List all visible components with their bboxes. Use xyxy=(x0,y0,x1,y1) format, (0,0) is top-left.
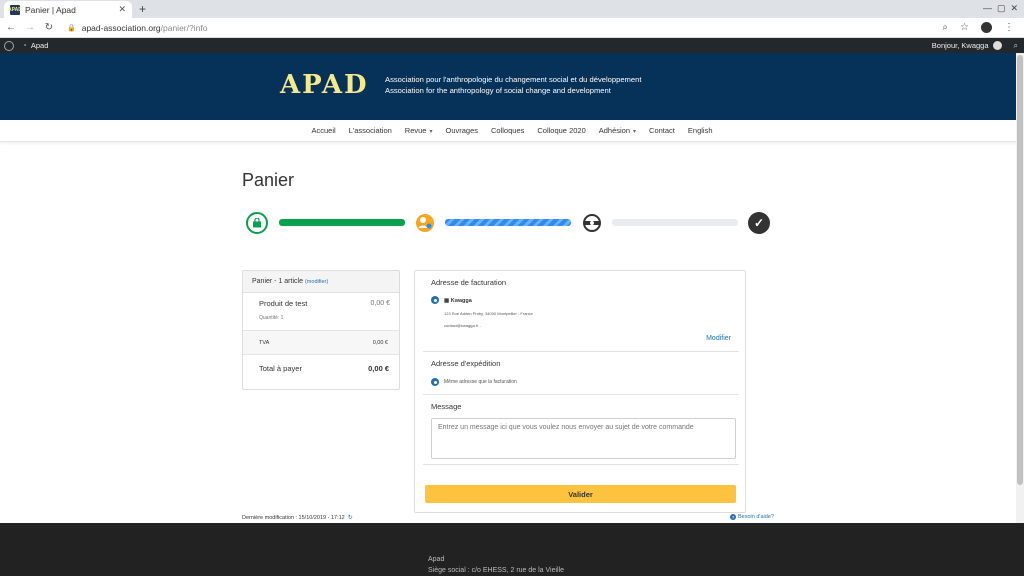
last-modified-text: Dernière modification : 15/10/2019 - 17:… xyxy=(242,514,345,521)
nav-item-revue-label: Revue xyxy=(404,126,427,135)
url-field[interactable]: 🔒 apad-association.org/panier/?info xyxy=(67,23,207,33)
item-price: 0,00 € xyxy=(370,300,390,307)
nav-item-ouvrages[interactable]: Ouvrages xyxy=(445,126,478,135)
billing-title: Adresse de facturation xyxy=(431,278,507,287)
shipping-same-label[interactable]: Même adresse que la facturation xyxy=(444,379,517,385)
page-title: Panier xyxy=(242,170,295,190)
total-label: Total à payer xyxy=(259,364,302,373)
cart-item: Produit de test 0,00 € Quantité: 1 xyxy=(243,293,399,331)
search-icon[interactable]: ⌕ xyxy=(1014,41,1018,51)
cart-header: Panier - 1 article (modifier) xyxy=(243,271,399,293)
forward-icon[interactable]: → xyxy=(22,22,38,33)
billing-email: contact@kwagga.fr - xyxy=(444,323,481,328)
validate-button[interactable]: Valider xyxy=(425,485,736,503)
help-icon: ? xyxy=(730,514,736,520)
nav-item-revue[interactable]: Revue ▾ xyxy=(405,126,433,135)
tva-row: TVA 0,00 € xyxy=(243,331,399,355)
last-modified: Dernière modification : 15/10/2019 - 17:… xyxy=(242,514,353,522)
window-controls[interactable]: — ▢ ✕ xyxy=(983,3,1018,14)
address-bar: ← → ↻ 🔒 apad-association.org/panier/?inf… xyxy=(0,18,1024,38)
site-header: APAD Association pour l'anthropologie du… xyxy=(0,53,1024,120)
nav-item-colloque-2020[interactable]: Colloque 2020 xyxy=(537,126,585,135)
check-circle-icon: ✓ xyxy=(748,212,770,234)
payment-icon xyxy=(581,212,603,234)
refresh-icon[interactable]: ↻ xyxy=(348,514,353,521)
message-textarea[interactable] xyxy=(431,418,736,459)
site-logo[interactable]: APAD xyxy=(280,70,369,100)
favicon-icon: APAD xyxy=(8,4,22,15)
billing-name-text: Kwagga xyxy=(450,298,472,304)
menu-dots-icon[interactable]: ⋮ xyxy=(1004,22,1014,33)
billing-address: 123 Rue Adrien Proby, 34000 Montpellier … xyxy=(444,311,533,316)
wordpress-icon[interactable] xyxy=(4,40,14,51)
wp-greeting: Bonjour, Kwagga xyxy=(931,41,989,50)
item-name: Produit de test xyxy=(259,299,308,308)
cart-count: Panier - 1 article xyxy=(252,278,303,285)
site-tagline: Association pour l'anthropologie du chan… xyxy=(385,75,641,96)
billing-modify-link[interactable]: Modifier xyxy=(706,335,731,342)
tab-title: Panier | Apad xyxy=(25,4,76,15)
tagline-en: Association for the anthropology of soci… xyxy=(385,85,611,95)
item-quantity: Quantité: 1 xyxy=(259,315,284,321)
wp-site-name: Apad xyxy=(30,41,49,50)
step-bar-pending xyxy=(612,219,738,226)
billing-radio[interactable] xyxy=(431,296,439,304)
shipping-same-radio[interactable] xyxy=(431,378,439,386)
checkout-panel: Adresse de facturation ▦ Kwagga 123 Rue … xyxy=(414,270,746,513)
cart-bag-icon xyxy=(246,212,268,234)
tagline-fr: Association pour l'anthropologie du chan… xyxy=(385,75,642,84)
step-bar-active xyxy=(445,219,571,226)
browser-tab[interactable]: APAD Panier | Apad ✕ xyxy=(4,1,132,18)
shipping-title: Adresse d'expédition xyxy=(431,359,501,368)
checkout-progress: ✓ xyxy=(246,211,770,235)
step-bar-complete xyxy=(279,219,405,226)
lock-icon: 🔒 xyxy=(67,24,76,32)
user-info-icon xyxy=(414,212,436,234)
site-footer: Apad Siège social : c/o EHESS, 2 rue de … xyxy=(0,523,1024,576)
chevron-down-icon: ▾ xyxy=(429,129,433,135)
browser-tab-bar: APAD Panier | Apad ✕ + — ▢ ✕ xyxy=(0,0,1024,18)
nav-item-association[interactable]: L'association xyxy=(349,126,392,135)
nav-item-adhesion-label: Adhésion xyxy=(598,126,631,135)
new-tab-icon[interactable]: + xyxy=(139,2,146,16)
wp-admin-bar: ◔ Apad Bonjour, Kwagga ⌕ xyxy=(0,38,1024,53)
url-path: /panier/?info xyxy=(160,22,208,33)
bookmark-star-icon[interactable]: ☆ xyxy=(960,22,969,33)
url-host: apad-association.org xyxy=(81,22,161,33)
divider xyxy=(423,394,739,395)
account-icon[interactable] xyxy=(981,22,992,33)
building-icon: ▦ xyxy=(444,298,450,304)
nav-item-colloques[interactable]: Colloques xyxy=(491,126,524,135)
nav-item-adhesion[interactable]: Adhésion ▾ xyxy=(599,126,636,135)
wp-site-link[interactable]: ◔ Apad xyxy=(22,41,48,50)
footer-address: Siège social : c/o EHESS, 2 rue de la Vi… xyxy=(428,567,565,574)
total-row: Total à payer 0,00 € xyxy=(243,355,399,389)
zoom-icon[interactable]: ⌕ xyxy=(942,22,948,33)
message-title: Message xyxy=(431,402,462,411)
tva-label: TVA xyxy=(259,340,270,346)
tva-value: 0,00 € xyxy=(372,340,388,346)
footer-org: Apad xyxy=(428,556,445,563)
reload-icon[interactable]: ↻ xyxy=(41,22,57,33)
chevron-down-icon: ▾ xyxy=(633,129,637,135)
nav-item-english[interactable]: English xyxy=(688,126,713,135)
cart-modify-link[interactable]: (modifier) xyxy=(305,279,328,285)
divider xyxy=(423,464,739,465)
main-nav: Accueil L'association Revue ▾ Ouvrages Co… xyxy=(0,120,1024,142)
cart-summary: Panier - 1 article (modifier) Produit de… xyxy=(242,270,400,390)
dashboard-icon: ◔ xyxy=(22,41,27,50)
help-link[interactable]: ? Besoin d'aide? xyxy=(730,514,774,520)
total-value: 0,00 € xyxy=(368,364,389,373)
close-tab-icon[interactable]: ✕ xyxy=(118,4,126,15)
back-icon[interactable]: ← xyxy=(3,22,19,33)
divider xyxy=(423,351,739,352)
nav-item-contact[interactable]: Contact xyxy=(649,126,675,135)
nav-item-accueil[interactable]: Accueil xyxy=(311,126,335,135)
wp-account[interactable]: Bonjour, Kwagga ⌕ xyxy=(932,41,1024,51)
scrollbar-thumb[interactable] xyxy=(1017,55,1023,485)
avatar xyxy=(992,41,1002,50)
help-text: Besoin d'aide? xyxy=(738,514,774,520)
billing-name: ▦ Kwagga xyxy=(444,298,472,304)
